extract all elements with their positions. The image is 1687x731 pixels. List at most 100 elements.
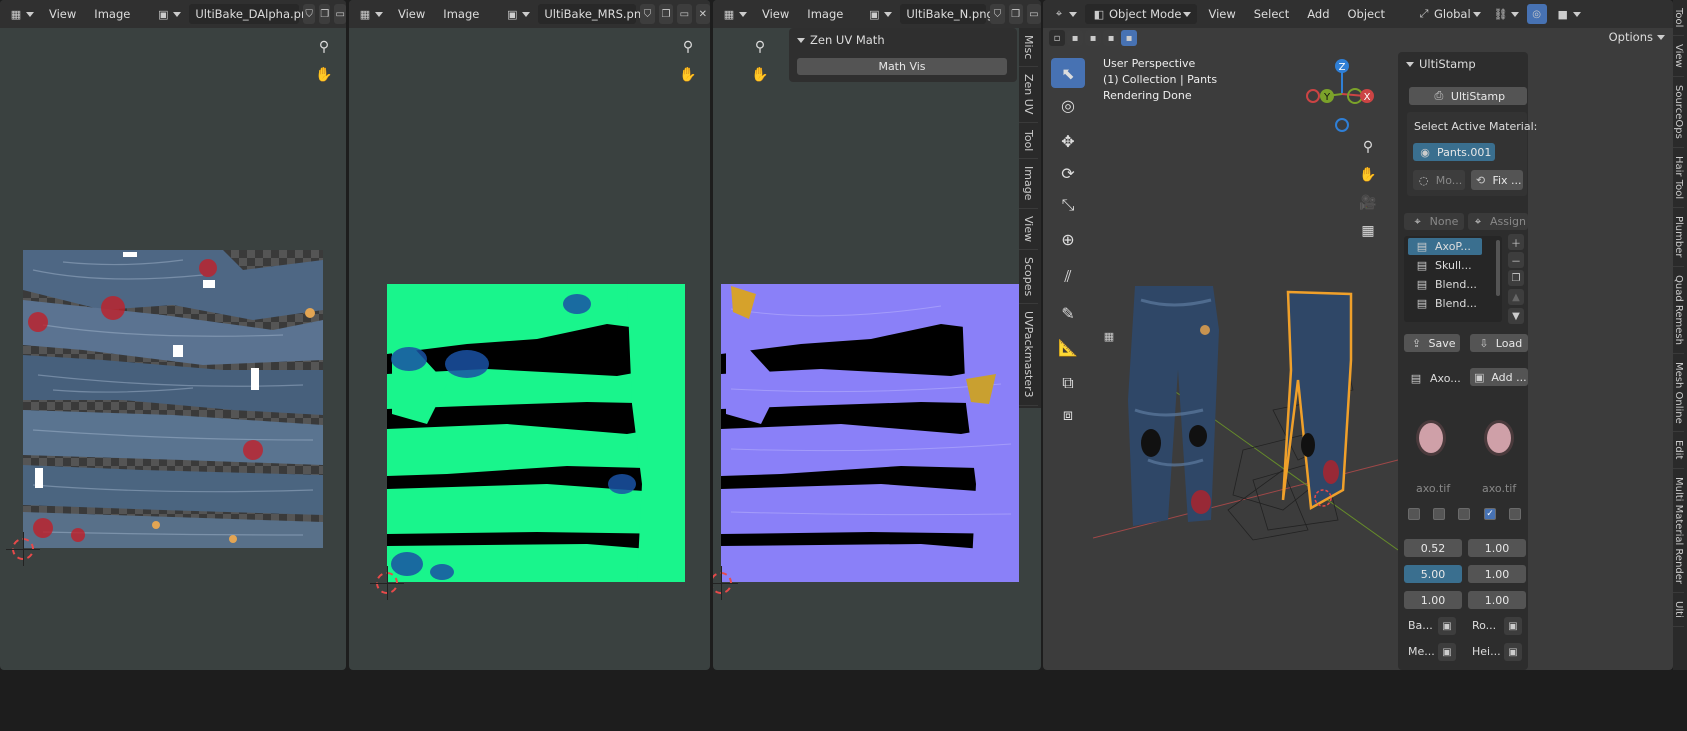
image-browse-dropdown[interactable]: ▣ [862,4,896,24]
new-image-icon[interactable]: ❐ [658,4,674,24]
close-icon[interactable]: ✕ [695,4,710,24]
annotate-tool-icon[interactable]: ✎ [1051,298,1085,328]
menu-object[interactable]: Object [1341,7,1392,21]
image-browse-dropdown[interactable]: ▣ [500,4,534,24]
image-name-field[interactable]: UltiBake_N.png [900,4,994,24]
menu-image[interactable]: Image [436,7,486,21]
menu-view[interactable]: View [755,7,796,21]
save-button[interactable]: ⇪ Save [1404,334,1460,352]
load-button[interactable]: ⇩ Load [1470,334,1528,352]
sidebar-tab-view[interactable]: View [1019,209,1038,250]
option-checkbox[interactable] [1433,508,1445,520]
menu-image[interactable]: Image [800,7,850,21]
pan-hand-icon[interactable]: ✋ [675,62,701,88]
value-field[interactable]: 0.52 [1404,539,1462,557]
camera-view-icon[interactable]: 🎥 [1355,190,1381,216]
menu-select[interactable]: Select [1247,7,1296,21]
zoom-icon[interactable]: ⚲ [1355,134,1381,160]
cursor-tool-icon[interactable]: ◎ [1051,90,1085,120]
new-image-icon[interactable]: ❐ [318,4,331,24]
chevron-down-icon[interactable] [797,37,805,43]
fake-user-icon[interactable]: ⛉ [640,4,655,24]
image-name-field[interactable]: UltiBake_DAlpha.png [189,4,316,24]
material-pants-button[interactable]: ◉ Pants.001 [1413,143,1495,161]
open-image-icon[interactable]: ▭ [334,4,346,24]
editor-type-dropdown[interactable]: ▦ [353,4,387,24]
gizmo-neg-x[interactable] [1306,89,1320,103]
gizmo-neg-z[interactable] [1335,118,1349,132]
zoom-icon[interactable]: ⚲ [747,34,773,60]
select-new-icon[interactable]: ▫ [1049,30,1065,46]
sidebar-tab-mesh-online[interactable]: Mesh Online [1673,354,1684,433]
sidebar-tab-view[interactable]: View [1673,36,1684,78]
sidebar-tab-sourceops[interactable]: SourceOps [1673,77,1684,148]
options-dropdown[interactable]: Options [1609,30,1665,44]
image-picker-icon[interactable]: ▣ [1504,643,1522,661]
option-checkbox[interactable] [1408,508,1420,520]
math-vis-button[interactable]: Math Vis [797,58,1007,75]
editor-type-dropdown[interactable]: ▦ [717,4,751,24]
image-name-field[interactable]: UltiBake_MRS.png [538,4,648,24]
fake-user-icon[interactable]: ⛉ [303,4,315,24]
pan-hand-icon[interactable]: ✋ [311,62,337,88]
new-image-icon[interactable]: ❐ [1008,4,1023,24]
mo-button[interactable]: ◌ Mo... [1413,170,1465,190]
sidebar-tab-ulti[interactable]: Ulti [1673,593,1684,627]
fix-button[interactable]: ⟲ Fix ... [1471,170,1523,190]
assign-button[interactable]: ⌖ Assign [1468,213,1528,230]
navigation-gizmo[interactable]: Z Y X [1305,56,1375,132]
list-move-down-icon[interactable]: ▼ [1508,308,1524,324]
select-invert-icon[interactable]: ▪ [1103,30,1119,46]
select-box-tool-icon[interactable]: ⬉ [1051,58,1085,88]
option-checkbox-checked[interactable]: ✓ [1484,508,1496,520]
sidebar-tab-zen-uv[interactable]: Zen UV [1019,67,1038,123]
fake-user-icon[interactable]: ⛉ [990,4,1005,24]
image-browse-dropdown[interactable]: ▣ [151,4,185,24]
snap-dropdown[interactable]: ⛓ [1489,4,1523,24]
value-field[interactable]: 1.00 [1468,565,1526,583]
sidebar-tab-scopes[interactable]: Scopes [1019,250,1038,304]
list-item[interactable]: ▤ AxoP... [1408,238,1482,255]
sidebar-tab-tool[interactable]: Tool [1019,123,1038,160]
select-intersect-icon[interactable]: ▪ [1121,30,1137,46]
option-checkbox[interactable] [1458,508,1470,520]
menu-view[interactable]: View [42,7,83,21]
value-field[interactable]: 5.00 [1404,565,1462,583]
axo-thumbnail[interactable] [1484,420,1514,456]
axo-thumbnail[interactable] [1416,420,1446,456]
pan-hand-icon[interactable]: ✋ [1355,162,1381,188]
list-scrollbar[interactable] [1496,240,1500,296]
ultistamp-button[interactable]: ⎙ UltiStamp [1409,87,1527,105]
select-extend-icon[interactable]: ▪ [1067,30,1083,46]
mode-dropdown[interactable]: ◧ Object Mode [1085,4,1198,24]
rotate-tool-icon[interactable]: ⟳ [1051,158,1085,188]
snap-toggle-icon[interactable]: ◎ [1526,4,1547,24]
pan-hand-icon[interactable]: ✋ [747,62,773,88]
menu-view[interactable]: View [1201,7,1242,21]
add-cube-tool-icon[interactable]: ⧉ [1051,368,1085,398]
transform-tool-icon[interactable]: ⊕ [1051,224,1085,254]
sidebar-tab-misc[interactable]: Misc [1019,28,1038,68]
menu-image[interactable]: Image [87,7,137,21]
sidebar-tab-uvpackmaster[interactable]: UVPackmaster3 [1019,304,1038,406]
image-picker-icon[interactable]: ▣ [1438,643,1456,661]
sidebar-tab-image[interactable]: Image [1019,159,1038,209]
editor-type-dropdown[interactable]: ⌖ [1047,4,1081,24]
image-picker-icon[interactable]: ▣ [1504,617,1522,635]
sidebar-tab-quad-remesh[interactable]: Quad Remesh [1673,267,1684,354]
sidebar-tab-multi-material-render[interactable]: Multi Material Render [1673,469,1684,593]
extra-tool-icon[interactable]: ⧈ [1051,400,1085,430]
select-subtract-icon[interactable]: ▪ [1085,30,1101,46]
open-image-icon[interactable]: ▭ [1026,4,1041,24]
zoom-icon[interactable]: ⚲ [675,34,701,60]
sidebar-tab-tool[interactable]: Tool [1673,0,1684,37]
none-button[interactable]: ⌖ None [1404,213,1464,230]
list-remove-icon[interactable]: － [1508,252,1524,268]
proportional-dropdown[interactable]: ■ [1551,4,1585,24]
value-field[interactable]: 1.00 [1468,539,1526,557]
shear-tool-icon[interactable]: ⫽ [1051,262,1085,292]
add-image-button[interactable]: ▣ Add ... [1470,368,1528,386]
list-item[interactable]: ▤ Blend... [1408,276,1482,293]
open-image-icon[interactable]: ▭ [677,4,692,24]
chevron-down-icon[interactable] [1406,61,1414,67]
